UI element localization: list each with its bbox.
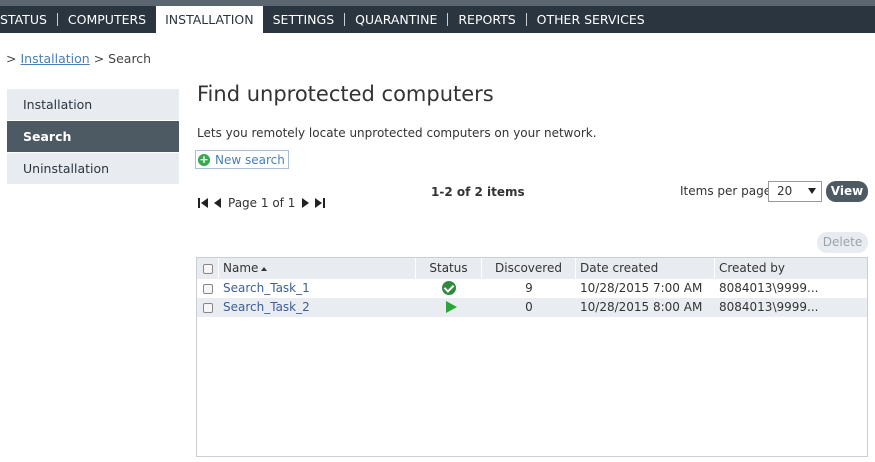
nav-computers[interactable]: COMPUTERS (58, 6, 156, 33)
items-count: 1-2 of 2 items (431, 185, 525, 199)
breadcrumb-link-installation[interactable]: Installation (20, 51, 89, 66)
delete-button[interactable]: Delete (817, 232, 868, 253)
breadcrumb-current: Search (108, 51, 152, 66)
row-checkbox-cell (197, 298, 219, 317)
items-per-page-label: Items per page (680, 184, 772, 198)
nav-settings[interactable]: SETTINGS (263, 6, 345, 33)
new-search-button[interactable]: + New search (195, 150, 289, 169)
check-circle-icon (442, 280, 456, 295)
view-button[interactable]: View (826, 181, 868, 202)
last-page-icon[interactable] (313, 196, 327, 210)
row-checkbox-cell (197, 279, 219, 298)
new-search-label: New search (215, 152, 285, 167)
select-all-checkbox-cell (197, 258, 219, 279)
cell-discovered: 9 (525, 281, 533, 295)
first-page-icon[interactable] (196, 196, 210, 210)
column-header-date-created[interactable]: Date created (576, 258, 715, 279)
items-per-page-value: 20 (777, 184, 793, 198)
breadcrumb-separator: > (93, 51, 105, 66)
row-checkbox[interactable] (203, 283, 213, 294)
breadcrumb: > Installation > Search (6, 51, 151, 66)
side-menu: Installation Search Uninstallation (7, 89, 179, 185)
nav-reports[interactable]: REPORTS (448, 6, 525, 33)
nav-installation[interactable]: INSTALLATION (156, 6, 263, 33)
sort-ascending-icon (261, 266, 268, 271)
cell-created-by: 8084013\9999... (719, 300, 819, 314)
column-header-created-by[interactable]: Created by (715, 258, 867, 279)
column-header-status[interactable]: Status (416, 258, 482, 279)
task-name-link[interactable]: Search_Task_1 (223, 281, 310, 295)
column-header-name-label: Name (223, 261, 259, 275)
cell-discovered: 0 (525, 300, 533, 314)
column-header-name[interactable]: Name (219, 258, 416, 279)
search-tasks-table: Name Status Discovered Date created Crea… (196, 257, 868, 457)
pager: Page 1 of 1 (196, 195, 327, 211)
sidebar-item-installation[interactable]: Installation (7, 89, 179, 120)
table-row[interactable]: Search_Task_1 9 10/28/2015 7:00 AM 80840… (197, 279, 867, 298)
table-row[interactable]: Search_Task_2 0 10/28/2015 8:00 AM 80840… (197, 298, 867, 317)
cell-name: Search_Task_2 (219, 298, 416, 317)
table-header: Name Status Discovered Date created Crea… (197, 258, 867, 279)
row-checkbox[interactable] (203, 302, 213, 313)
items-per-page-select[interactable]: 20 (768, 181, 822, 202)
previous-page-icon[interactable] (210, 196, 224, 210)
page-description: Lets you remotely locate unprotected com… (197, 126, 597, 140)
cell-name: Search_Task_1 (219, 279, 416, 298)
task-name-link[interactable]: Search_Task_2 (223, 300, 310, 314)
next-page-icon[interactable] (299, 196, 313, 210)
play-icon (445, 300, 457, 313)
nav-other-services[interactable]: OTHER SERVICES (527, 6, 655, 33)
sidebar-item-uninstallation[interactable]: Uninstallation (7, 153, 179, 184)
page-title: Find unprotected computers (197, 82, 494, 106)
cell-date-created: 10/28/2015 8:00 AM (580, 300, 703, 314)
page-indicator: Page 1 of 1 (228, 196, 296, 210)
breadcrumb-prefix: > (6, 51, 17, 66)
caret-down-icon (808, 188, 816, 194)
sidebar-item-search[interactable]: Search (7, 121, 179, 152)
nav-quarantine[interactable]: QUARANTINE (345, 6, 447, 33)
cell-date-created: 10/28/2015 7:00 AM (580, 281, 703, 295)
cell-status (416, 298, 482, 317)
select-all-checkbox[interactable] (202, 263, 213, 274)
top-navigation: STATUS COMPUTERS INSTALLATION SETTINGS Q… (0, 6, 875, 33)
nav-status[interactable]: STATUS (0, 6, 57, 33)
cell-created-by: 8084013\9999... (719, 281, 819, 295)
plus-circle-icon: + (198, 152, 210, 166)
column-header-discovered[interactable]: Discovered (482, 258, 576, 279)
cell-status (416, 279, 482, 298)
